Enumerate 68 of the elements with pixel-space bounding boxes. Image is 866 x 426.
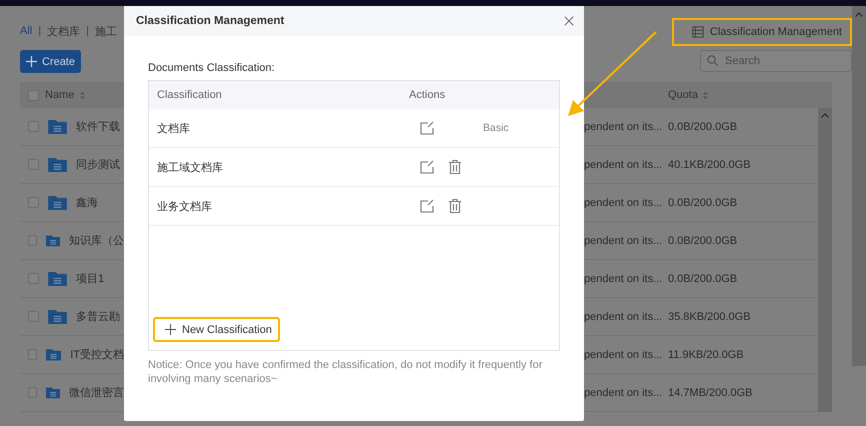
table-cell: 0.0B/200.0GB	[668, 272, 738, 284]
delete-icon[interactable]	[447, 198, 463, 214]
table-cell: 11.9KB/20.0GB	[668, 348, 744, 360]
close-icon[interactable]	[564, 16, 574, 26]
list-icon	[692, 26, 704, 38]
folder-name[interactable]: 软件下载	[76, 119, 120, 134]
scrollbar[interactable]	[852, 6, 866, 366]
folder-icon	[48, 119, 67, 134]
table-cell-text: pendent on its...	[584, 234, 664, 246]
delete-icon[interactable]	[447, 159, 463, 175]
edit-icon[interactable]	[419, 159, 435, 175]
folder-name[interactable]: 多普云勘	[76, 309, 120, 324]
new-classification-button[interactable]: New Classification	[153, 317, 280, 342]
search-icon	[707, 55, 718, 66]
folder-name[interactable]: 微信泄密言	[69, 385, 124, 400]
folder-icon	[46, 233, 60, 248]
folder-name[interactable]: 项目1	[76, 271, 104, 286]
table-cell-text: pendent on its...	[584, 386, 664, 398]
folder-icon	[48, 309, 67, 324]
folder-icon	[48, 195, 67, 210]
table-cell-text: pendent on its...	[584, 120, 664, 132]
section-label: Documents Classification:	[148, 62, 276, 74]
table-cell-text: pendent on its...	[584, 272, 664, 284]
table-cell: 0.0B/200.0GB	[668, 196, 738, 208]
column-header[interactable]: Name	[45, 89, 74, 101]
folder-icon	[48, 157, 67, 172]
breadcrumb-link[interactable]: 施工	[94, 24, 117, 38]
table-cell: 14.7MB/200.0GB	[668, 386, 752, 398]
classification-name: 施工域文档库	[156, 160, 224, 174]
sort-icon[interactable]	[80, 90, 86, 100]
classification-management-button[interactable]: Classification Management	[672, 18, 852, 46]
classification-name: 文档库	[156, 122, 191, 136]
folder-name[interactable]: IT受控文档	[70, 347, 124, 362]
table-cell: 40.1KB/200.0GB	[668, 158, 751, 170]
tag: Basic	[483, 122, 509, 134]
edit-icon[interactable]	[419, 120, 435, 136]
table-cell-text: pendent on its...	[584, 348, 664, 360]
table-cell: 0.0B/200.0GB	[668, 234, 738, 246]
scrollbar[interactable]	[818, 108, 832, 412]
column-header: Classification	[156, 89, 223, 101]
folder-name[interactable]: 同步测试	[76, 157, 120, 172]
search-field[interactable]: Search	[700, 50, 852, 72]
folder-icon	[46, 385, 60, 400]
folder-name[interactable]: 知识库（公	[69, 233, 124, 248]
plus-icon	[165, 324, 176, 335]
plus-icon	[26, 56, 37, 67]
table-cell: 0.0B/200.0GB	[668, 120, 738, 132]
breadcrumb-link[interactable]: All	[20, 25, 32, 37]
folder-name[interactable]: 鑫海	[76, 195, 98, 210]
table-cell-text: pendent on its...	[584, 196, 664, 208]
scroll-up-icon[interactable]	[855, 12, 863, 17]
sort-icon[interactable]	[702, 90, 708, 100]
table-cell: 35.8KB/200.0GB	[668, 310, 751, 322]
notice-text: Notice: Once you have confirmed the classification, do not modify it frequently for involving many scenarios~	[148, 358, 544, 386]
dialog-title: Classification Management	[136, 15, 284, 27]
folder-icon	[46, 347, 62, 362]
scroll-up-icon[interactable]	[821, 113, 829, 118]
breadcrumb-link[interactable]: 文档库	[47, 24, 80, 38]
create-button[interactable]: Create	[20, 50, 81, 73]
breadcrumb-separator: |	[86, 25, 89, 37]
column-header[interactable]: Quota	[668, 89, 698, 101]
table-cell-text: pendent on its...	[584, 158, 664, 170]
table-cell-text: pendent on its...	[584, 310, 664, 322]
edit-icon[interactable]	[419, 198, 435, 214]
folder-icon	[48, 271, 67, 286]
column-header: Actions	[409, 89, 446, 101]
classification-name: 业务文档库	[156, 200, 213, 214]
breadcrumb-separator: |	[38, 25, 42, 37]
